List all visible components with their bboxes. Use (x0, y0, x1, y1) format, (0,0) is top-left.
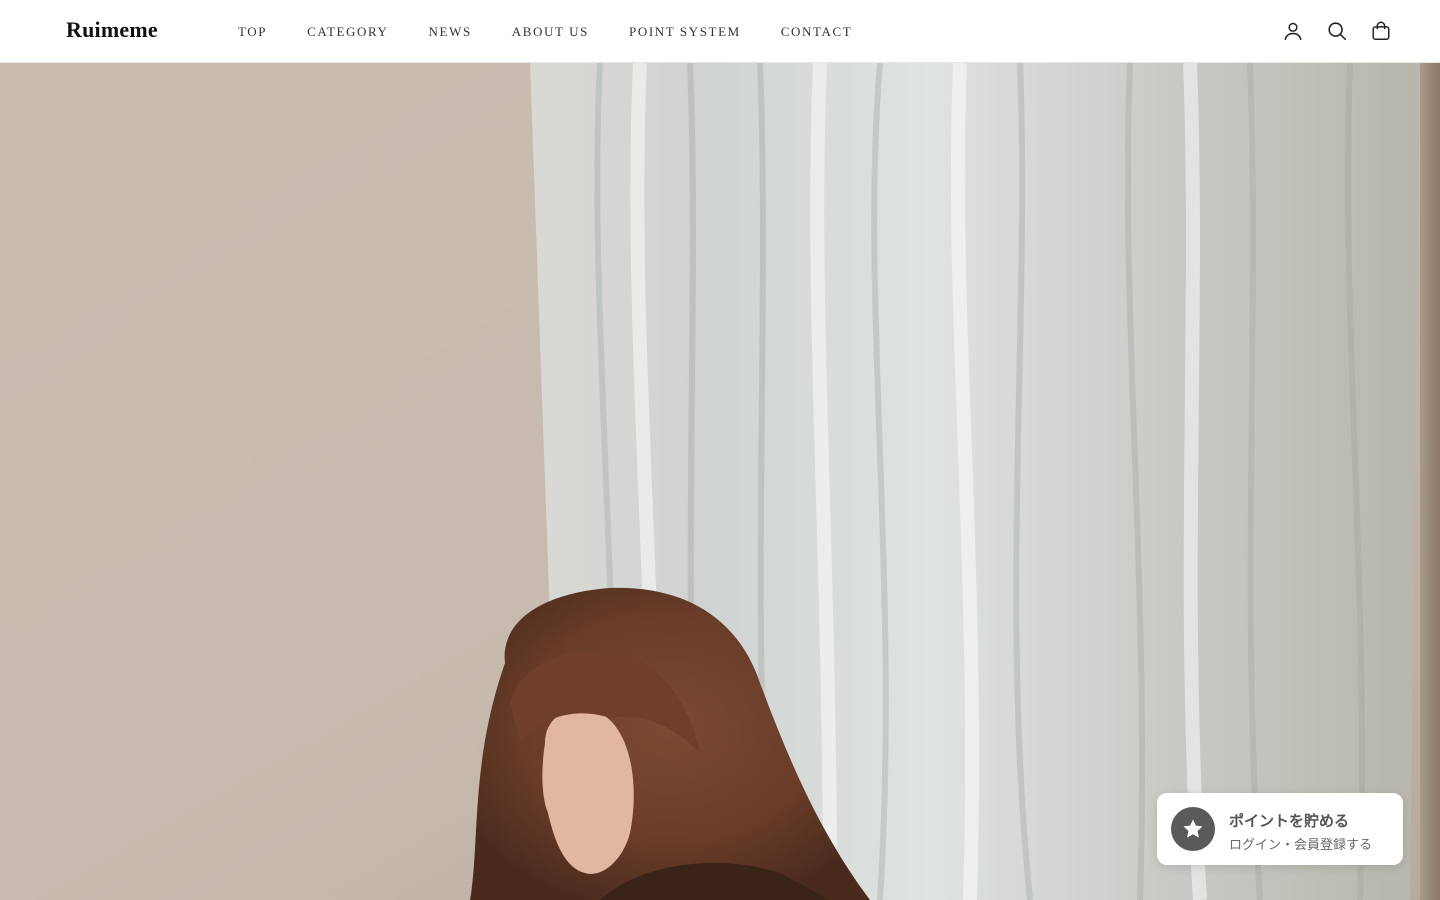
hero-photo (0, 63, 1440, 900)
main-nav: TOP CATEGORY NEWS ABOUT US POINT SYSTEM … (238, 24, 892, 40)
nav-item-top[interactable]: TOP (238, 24, 267, 40)
search-icon[interactable] (1326, 20, 1348, 42)
points-login-link[interactable]: ログイン・会員登録する (1229, 834, 1372, 853)
header-actions (1282, 20, 1392, 42)
points-title: ポイントを貯める (1229, 812, 1350, 830)
account-icon[interactable] (1282, 20, 1304, 42)
site-header: Ruimeme TOP CATEGORY NEWS ABOUT US POINT… (0, 0, 1440, 63)
nav-item-point-system[interactable]: POINT SYSTEM (629, 24, 741, 40)
brand-logo[interactable]: Ruimeme (66, 17, 158, 43)
hero-banner (0, 63, 1440, 900)
star-icon (1183, 819, 1203, 838)
nav-item-news[interactable]: NEWS (429, 24, 472, 40)
points-widget[interactable]: ポイントを貯める ログイン・会員登録する (1157, 793, 1403, 865)
nav-item-contact[interactable]: CONTACT (781, 24, 853, 40)
nav-item-about-us[interactable]: ABOUT US (512, 24, 589, 40)
nav-item-category[interactable]: CATEGORY (307, 24, 388, 40)
cart-icon[interactable] (1370, 20, 1392, 42)
points-badge (1171, 807, 1215, 851)
